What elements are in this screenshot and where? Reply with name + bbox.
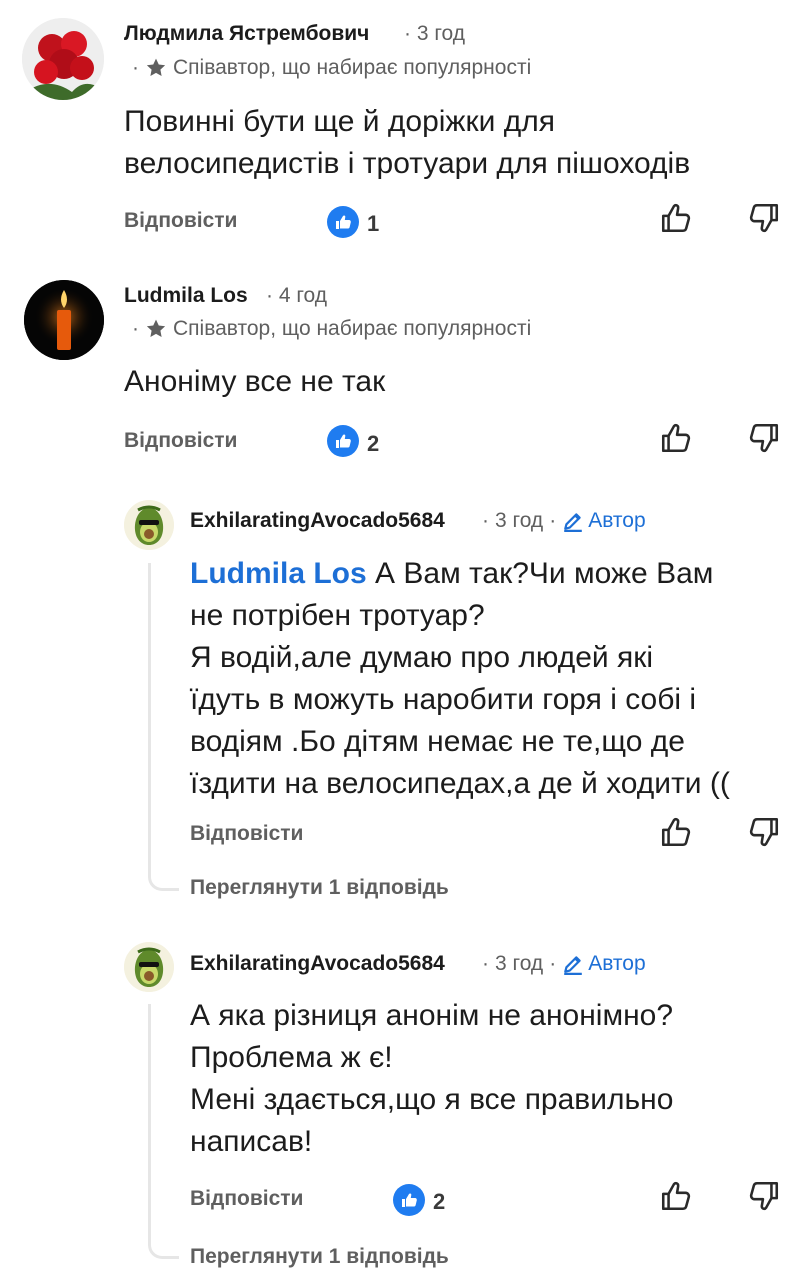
star-icon [145,57,167,79]
reply-button[interactable]: Відповісти [190,822,303,846]
user-mention[interactable]: Ludmila Los [190,557,367,590]
comment-timestamp: 3 год [416,22,466,45]
view-replies-link[interactable]: Переглянути 1 відповідь [190,876,449,900]
flair-label: Співавтор, що набирає популярності [173,56,532,79]
pencil-icon [562,953,584,975]
reply-meta: · 3 год · Автор [482,509,646,533]
thumbs-down-icon[interactable] [744,418,784,458]
reply-text: Ludmila Los А Вам так?Чи може Вам не пот… [190,557,730,800]
reply-author[interactable]: ExhilaratingAvocado5684 [190,509,445,533]
star-icon [145,318,167,340]
thumbs-down-icon[interactable] [744,812,784,852]
flair-separator: · [132,56,139,79]
thumbs-up-icon[interactable] [656,198,696,238]
thumbs-down-icon[interactable] [744,1176,784,1216]
thread-line [148,563,179,891]
thread-line [148,1004,179,1259]
comment-author[interactable]: Людмила Ястрембович [124,22,369,46]
author-badge: Автор [562,509,646,533]
reply-text: А яка різниця анонім не анонімно? Пробле… [190,999,674,1158]
comment-text: Аноніму все не так [124,365,386,398]
comment-text: Повинні бути ще й доріжки для велосипеди… [124,105,691,180]
comment-timestamp: 4 год [278,284,328,307]
user-flair: · Співавтор, що набирає популярності [132,56,531,80]
thumbs-up-icon[interactable] [656,812,696,852]
pencil-icon [562,510,584,532]
avatar[interactable] [124,500,174,550]
avatar[interactable] [124,942,174,992]
comment-meta: · 3 год [404,22,466,45]
like-badge-icon [327,425,359,457]
thumbs-up-icon[interactable] [656,418,696,458]
reply-button[interactable]: Відповісти [124,209,237,233]
reply-button[interactable]: Відповісти [124,429,237,453]
flair-separator: · [132,317,139,340]
like-count: 2 [433,1189,446,1214]
comment-meta: · 4 год [266,284,328,307]
thumbs-up-icon[interactable] [656,1176,696,1216]
like-badge-icon [327,206,359,238]
reply-timestamp: 3 год [495,952,544,975]
user-flair: · Співавтор, що набирає популярності [132,317,531,341]
reply-button[interactable]: Відповісти [190,1187,303,1211]
reply-timestamp: 3 год [495,509,544,532]
like-badge-icon [393,1184,425,1216]
avatar[interactable] [22,18,104,100]
like-count: 1 [367,211,380,236]
like-count: 2 [367,431,380,456]
author-badge: Автор [562,952,646,976]
reply-author[interactable]: ExhilaratingAvocado5684 [190,952,445,976]
thumbs-down-icon[interactable] [744,198,784,238]
view-replies-link[interactable]: Переглянути 1 відповідь [190,1245,449,1269]
reply-meta: · 3 год · Автор [482,952,646,976]
flair-label: Співавтор, що набирає популярності [173,317,532,340]
avatar[interactable] [24,280,104,360]
comment-author[interactable]: Ludmila Los [124,284,248,308]
